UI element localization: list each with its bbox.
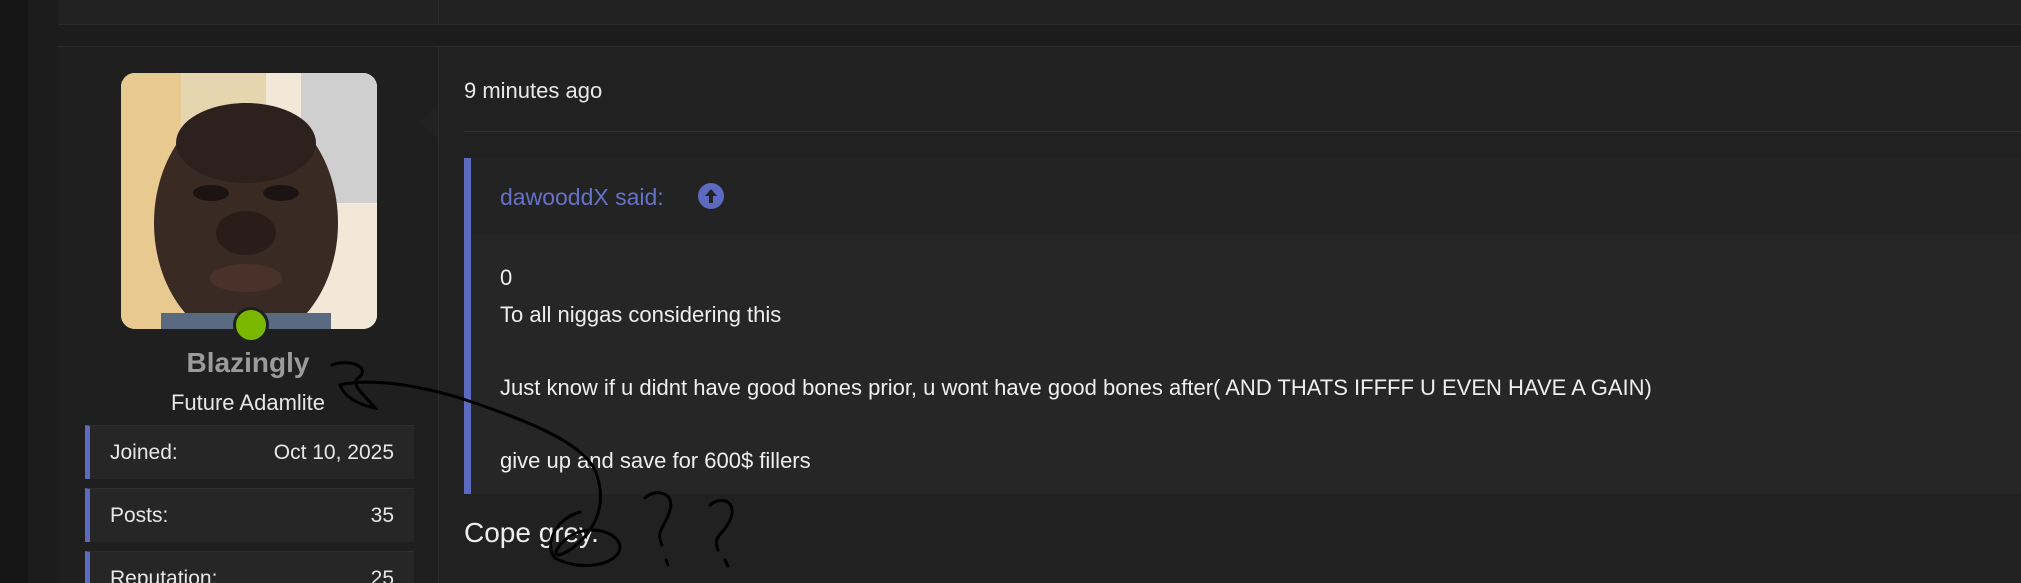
post: Blazingly Future Adamlite Joined: Oct 10… (58, 46, 2021, 583)
stat-value: 25 (370, 567, 394, 583)
username[interactable]: Blazingly (58, 347, 438, 379)
user-title: Future Adamlite (170, 390, 326, 415)
online-status-indicator (233, 307, 269, 343)
stat-value: 35 (370, 504, 394, 527)
stat-value: Oct 10, 2025 (273, 441, 394, 464)
post-body-text: Cope grey. (464, 517, 599, 548)
quote-author[interactable]: dawooddX said: (500, 184, 664, 211)
quote-line: give up and save for 600$ fillers (500, 447, 811, 473)
quote-body: 0 To all niggas considering this Just kn… (500, 260, 1652, 479)
quote-line: 0 (500, 265, 513, 290)
stat-posts: Posts: 35 (85, 488, 414, 542)
stat-reputation: Reputation: 25 (85, 551, 414, 583)
quote-header: dawooddX said: (471, 158, 2021, 234)
post-timestamp[interactable]: 9 minutes ago (464, 78, 602, 104)
quote-line (500, 406, 1652, 443)
left-gutter (0, 0, 28, 583)
previous-post (58, 0, 2021, 25)
user-panel: Blazingly Future Adamlite Joined: Oct 10… (58, 47, 439, 583)
avatar[interactable] (121, 73, 377, 329)
stat-label: Reputation: (110, 567, 218, 583)
stat-joined: Joined: Oct 10, 2025 (85, 425, 414, 479)
avatar-photo (121, 73, 377, 329)
previous-post-user-panel (58, 0, 439, 24)
stat-label: Posts: (110, 504, 169, 527)
stat-label: Joined: (110, 441, 178, 464)
divider (464, 131, 2021, 132)
message-arrow (420, 103, 438, 139)
quote-line: To all niggas considering this (500, 301, 782, 327)
quote-line: Just know if u didnt have good bones pri… (500, 374, 1652, 400)
thread-page: Blazingly Future Adamlite Joined: Oct 10… (0, 0, 2021, 583)
arrow-up-circle-icon[interactable] (698, 183, 724, 209)
quote-line (500, 333, 1652, 370)
quote-block: dawooddX said: 0 To all niggas consideri… (464, 158, 2021, 494)
